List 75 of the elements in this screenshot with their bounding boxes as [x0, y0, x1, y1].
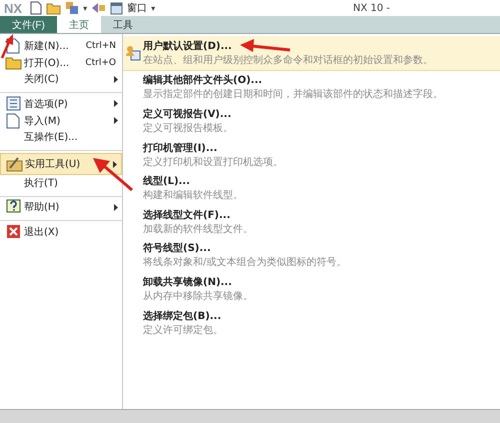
- submenu-description: 加载新的软件线型文件。: [143, 222, 253, 236]
- window-icon[interactable]: [110, 2, 124, 14]
- menu-item[interactable]: 退出(X): [0, 223, 122, 240]
- ribbon-tab[interactable]: 文件(F): [0, 16, 57, 33]
- submenu-title: 线型(L)...: [143, 174, 190, 188]
- submenu-description: 定义可视报告模板。: [143, 122, 233, 135]
- menu-item[interactable]: 帮助(H): [0, 199, 122, 221]
- menu-item[interactable]: 实用工具(U): [0, 153, 122, 175]
- submenu-item[interactable]: 线型(L)... 构建和编辑软件线型。: [123, 171, 500, 205]
- list-icon: [6, 96, 20, 111]
- submenu-title: 卸载共享镜像(N)...: [143, 275, 232, 289]
- menu-item[interactable]: 导入(M): [0, 112, 122, 129]
- menu-item[interactable]: 执行(T): [0, 175, 122, 197]
- annotation-arrow: [93, 158, 133, 192]
- submenu-description: 构建和编辑软件线型。: [143, 188, 243, 202]
- new-file-icon[interactable]: [30, 1, 42, 15]
- document-icon: [6, 112, 20, 128]
- menu-label: 互操作(E)...: [24, 131, 79, 144]
- menu-label: 打开(O)...: [24, 56, 70, 70]
- submenu-item[interactable]: 选择绑定包(B)... 定义许可绑定包。: [123, 306, 500, 340]
- submenu-title: 定义可视报告(V)...: [143, 107, 232, 121]
- shortcut-text: Ctrl+O: [85, 58, 116, 68]
- submenu-description: 在站点、组和用户级别控制众多命令和对话框的初始设置和参数。: [143, 54, 433, 67]
- submenu-arrow-icon: [114, 76, 118, 82]
- app-logo: NX: [4, 0, 22, 16]
- submenu-description: 从内存中移除共享镜像。: [143, 290, 253, 303]
- submenu-description: 定义许可绑定包。: [143, 324, 223, 337]
- parts-icon[interactable]: [65, 1, 80, 15]
- menu-label: 执行(T): [24, 176, 59, 190]
- submenu-arrow-icon: [114, 117, 118, 124]
- submenu-description: 将线条对象和/或文本组合为类似图标的符号。: [143, 256, 346, 270]
- submenu-description: 定义打印机和设置打印机选项。: [143, 156, 283, 169]
- submenu-item[interactable]: 定义可视报告(V)... 定义可视报告模板。: [123, 104, 500, 138]
- menu-item[interactable]: 打开(O)... Ctrl+O: [0, 54, 122, 71]
- menu-item[interactable]: 首选项(P): [0, 95, 122, 112]
- menu-item[interactable]: 互操作(E)...: [0, 129, 122, 151]
- submenu-title: 符号线型(S)...: [143, 242, 211, 256]
- ribbon-tab[interactable]: 主页: [56, 16, 101, 33]
- submenu-title: 用户默认设置(D)...: [143, 39, 232, 53]
- submenu-title: 编辑其他部件文件头(O)...: [143, 74, 262, 88]
- menu-label: 退出(X): [24, 226, 60, 238]
- submenu-title: 打印机管理(I)...: [143, 142, 218, 155]
- switch-icon[interactable]: [91, 2, 106, 14]
- folder-icon: [4, 55, 22, 70]
- user-settings-icon: [125, 44, 141, 61]
- submenu-item[interactable]: 打印机管理(I)... 定义打印机和设置打印机选项。: [123, 138, 500, 172]
- menu-item[interactable]: 关闭(C): [0, 71, 122, 93]
- menu-label: 实用工具(U): [25, 158, 82, 171]
- submenu-item[interactable]: 符号线型(S)... 将线条对象和/或文本组合为类似图标的符号。: [123, 238, 500, 272]
- annotation-arrow: [0, 34, 13, 58]
- menu-label: 关闭(C): [24, 72, 60, 86]
- menu-label: 帮助(H): [24, 200, 60, 214]
- window-title: NX 10 -: [352, 2, 390, 14]
- submenu-description: 显示指定部件的创建日期和时间，并编辑该部件的状态和描述字段。: [143, 88, 443, 102]
- submenu-arrow-icon: [114, 204, 118, 210]
- caret-icon[interactable]: ▾: [83, 4, 88, 12]
- exit-icon: [6, 224, 20, 239]
- submenu-arrow-icon: [113, 160, 117, 168]
- submenu-arrow-icon: [114, 100, 118, 107]
- ribbon-tab[interactable]: 工具: [100, 16, 145, 33]
- menu-label: 导入(M): [24, 114, 62, 128]
- annotation-arrow: [240, 39, 290, 52]
- window-menu[interactable]: 窗口: [127, 1, 148, 15]
- shortcut-text: Ctrl+N: [86, 40, 116, 50]
- dropdown-icon[interactable]: ▾: [151, 4, 156, 12]
- submenu-title: 选择绑定包(B)...: [143, 309, 222, 323]
- submenu-item[interactable]: 卸载共享镜像(N)... 从内存中移除共享镜像。: [123, 272, 500, 306]
- tools-icon: [6, 156, 22, 172]
- help-icon: [6, 199, 20, 215]
- submenu-item[interactable]: 编辑其他部件文件头(O)... 显示指定部件的创建日期和时间，并编辑该部件的状态和描述字段。: [123, 70, 500, 104]
- submenu-item[interactable]: 选择线型文件(F)... 加载新的软件线型文件。: [123, 204, 500, 239]
- menu-label: 首选项(P): [24, 98, 69, 110]
- menu-label: 新建(N)...: [24, 40, 70, 52]
- submenu-title: 选择线型文件(F)...: [143, 208, 230, 222]
- submenu-item[interactable]: 用户默认设置(D)... 在站点、组和用户级别控制众多命令和对话框的初始设置和参数。: [123, 36, 500, 71]
